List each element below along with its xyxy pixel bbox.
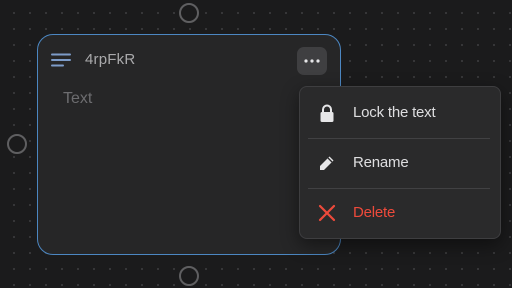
node-text-content[interactable]: Text xyxy=(63,90,92,108)
menu-item-lock-text[interactable]: Lock the text xyxy=(300,91,500,135)
menu-divider xyxy=(308,138,490,139)
node-header: 4rpFkR xyxy=(51,51,135,68)
more-options-button[interactable] xyxy=(297,47,327,75)
menu-item-label: Lock the text xyxy=(353,104,436,121)
connection-handle-top[interactable] xyxy=(179,3,199,23)
text-lines-icon xyxy=(51,53,71,66)
more-horizontal-icon xyxy=(304,59,320,63)
pencil-icon xyxy=(320,156,334,170)
node-title: 4rpFkR xyxy=(85,51,136,68)
connection-handle-bottom[interactable] xyxy=(179,266,199,286)
connection-handle-left[interactable] xyxy=(7,134,27,154)
context-menu: Lock the text Rename Delete xyxy=(299,86,501,239)
close-x-icon xyxy=(318,204,336,222)
text-node-card[interactable]: 4rpFkR Text xyxy=(37,34,341,255)
menu-item-delete[interactable]: Delete xyxy=(300,191,500,235)
lock-icon xyxy=(320,104,334,122)
menu-item-label: Rename xyxy=(353,154,409,171)
menu-item-label: Delete xyxy=(353,204,396,221)
menu-item-rename[interactable]: Rename xyxy=(300,141,500,185)
menu-divider xyxy=(308,188,490,189)
